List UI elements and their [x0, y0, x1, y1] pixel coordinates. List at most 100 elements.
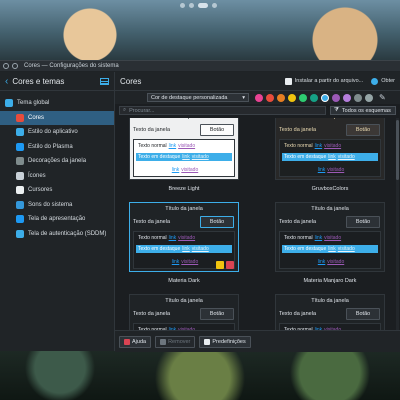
install-from-file-button[interactable]: Instalar a partir do arquivo... — [284, 77, 363, 85]
link-text: link — [168, 143, 177, 149]
scheme-name: Breeze Light — [168, 186, 200, 192]
back-arrow-icon[interactable]: ‹ — [5, 76, 8, 87]
preview-selected-row: Texto em destaque link visitado — [282, 245, 378, 253]
pin-icon[interactable] — [12, 63, 18, 69]
scheme-preview[interactable]: Título da janela Texto da janela Botão Text… — [275, 294, 385, 330]
preview-normal-row: Texto normal link visitado — [282, 142, 378, 150]
sidebar-item-label: Tela de autenticação (SDDM) — [28, 230, 107, 237]
pager-dot-active[interactable] — [198, 3, 208, 8]
scheme-card[interactable]: Título da janela Texto da janela Botão Text… — [129, 294, 239, 330]
link-text: link — [314, 235, 323, 241]
accent-swatches — [255, 93, 373, 102]
desktop-wallpaper-top — [0, 0, 400, 60]
hamburger-menu-icon[interactable] — [100, 77, 109, 85]
normal-text: Texto normal — [138, 235, 167, 241]
sidebar-item[interactable]: Tela de autenticação (SDDM) — [0, 227, 114, 242]
pager-dot[interactable] — [180, 3, 185, 8]
preview-window-text: Texto da janela — [133, 311, 170, 317]
scheme-name: Materia Manjaro Dark — [303, 278, 357, 284]
scheme-card[interactable]: Título da janela Texto da janela Botão Text… — [129, 118, 239, 192]
get-new-button[interactable]: Obter — [371, 77, 395, 85]
visited-text: visitado — [191, 154, 209, 160]
color-picker-icon[interactable]: ✎ — [379, 93, 386, 102]
sidebar-item[interactable]: Sons do sistema — [0, 198, 114, 213]
accent-swatch[interactable] — [288, 93, 296, 102]
accent-swatch[interactable] — [321, 93, 329, 102]
preview-view: Texto normallinkvisitadoTexto em destaqu… — [279, 323, 381, 330]
login-icon — [16, 229, 24, 238]
sidebar-title: Cores e temas — [12, 76, 65, 86]
scheme-preview[interactable]: Título da janela Texto da janela Botão Text… — [275, 202, 385, 272]
scheme-preview[interactable]: Título da janela Texto da janela Botão Text… — [129, 294, 239, 330]
link-text: link — [182, 246, 190, 252]
accent-swatch[interactable] — [354, 93, 362, 102]
preview-view: Texto normallinkvisitado Texto em destaqu… — [279, 231, 381, 269]
accent-swatch[interactable] — [332, 93, 340, 102]
visited-text: visitado — [337, 154, 355, 160]
link-text: link — [314, 143, 323, 149]
selected-text: Texto em destaque — [138, 246, 181, 252]
preview-window-text: Texto da janela — [133, 127, 170, 133]
main-panel: Cores Instalar a partir do arquivo... Ob… — [115, 72, 400, 352]
scheme-preview[interactable]: Título da janela Texto da janela Botão Text… — [129, 118, 239, 180]
scheme-preview[interactable]: Título da janela Texto da janela Botão Text… — [275, 118, 385, 180]
accent-mode-select[interactable]: Cor de destaque personalizada ▾ — [147, 93, 249, 102]
link-text: link — [182, 154, 190, 160]
link-text: link — [328, 154, 336, 160]
sidebar-item[interactable]: Tela de apresentação — [0, 212, 114, 227]
scrollbar-thumb[interactable] — [396, 120, 399, 180]
sidebar-item-label: Decorações da janela — [28, 158, 87, 165]
preview-window-title: Título da janela — [130, 118, 238, 120]
visited-text: visitado — [327, 259, 345, 265]
normal-text: Texto normal — [138, 143, 167, 149]
accent-swatch[interactable] — [266, 93, 274, 102]
edit-icon[interactable] — [216, 261, 224, 269]
defaults-button[interactable]: Predefinições — [199, 335, 251, 348]
sidebar-item[interactable]: Decorações da janela — [0, 154, 114, 169]
remove-button[interactable]: Remover — [155, 335, 196, 348]
link-text: link — [171, 259, 180, 265]
pager-dot[interactable] — [212, 3, 217, 8]
accent-swatch[interactable] — [310, 93, 318, 102]
sidebar-item[interactable]: Ícones — [0, 169, 114, 184]
pager-dot[interactable] — [189, 3, 194, 8]
help-button[interactable]: Ajuda — [119, 335, 152, 348]
search-icon: ⌕ — [123, 107, 127, 113]
cursor-icon — [16, 186, 24, 195]
scheme-card[interactable]: Título da janela Texto da janela Botão Text… — [275, 118, 385, 192]
get-new-icon — [371, 77, 379, 85]
plasma-icon — [16, 142, 24, 151]
sidebar-item[interactable]: Cursores — [0, 183, 114, 198]
desktop-pager-dots[interactable] — [180, 3, 217, 8]
visited-text: visitado — [181, 167, 199, 173]
delete-icon[interactable] — [226, 261, 234, 269]
accent-swatch[interactable] — [255, 93, 263, 102]
window-menu-icon[interactable] — [3, 63, 9, 69]
scrollbar[interactable] — [396, 118, 399, 330]
visited-text: visitado — [178, 143, 196, 149]
sidebar-item[interactable]: Estilo do Plasma — [0, 140, 114, 155]
accent-swatch[interactable] — [343, 93, 351, 102]
sidebar-item-label: Tela de apresentação — [28, 216, 86, 223]
sidebar-item[interactable]: Tema global — [0, 96, 114, 111]
preview-window-text: Texto da janela — [279, 219, 316, 225]
scheme-card[interactable]: Título da janela Texto da janela Botão Text… — [275, 202, 385, 284]
window-titlebar[interactable]: Cores — Configurações do sistema — [0, 61, 400, 71]
preview-normal-row: Texto normal link visitado — [282, 234, 378, 242]
preview-button: Botão — [200, 124, 234, 136]
accent-swatch[interactable] — [299, 93, 307, 102]
preview-view: Texto normallinkvisitadoTexto em destaqu… — [133, 323, 235, 330]
accent-swatch[interactable] — [277, 93, 285, 102]
sidebar-item[interactable]: Estilo do aplicativo — [0, 125, 114, 140]
preview-view: Texto normallinkvisitadoTexto em destaqu… — [133, 139, 235, 177]
preview-view: Texto normallinkvisitadoTexto em destaqu… — [279, 139, 381, 177]
search-input[interactable]: ⌕ Procurar... — [119, 106, 326, 115]
scheme-filter-dropdown[interactable]: ⧩ Todos os esquemas — [330, 106, 396, 115]
scheme-card[interactable]: Título da janela Texto da janela Botão Text… — [275, 294, 385, 330]
scheme-preview[interactable]: Título da janela Texto da janela Botão Text… — [129, 202, 239, 272]
sidebar-item[interactable]: Cores — [0, 110, 114, 125]
scheme-card[interactable]: Título da janela Texto da janela Botão Text… — [129, 202, 239, 284]
accent-swatch[interactable] — [365, 93, 373, 102]
preview-normal-row: Texto normal link visitado — [136, 142, 232, 150]
scheme-name: Materia Dark — [168, 278, 200, 284]
